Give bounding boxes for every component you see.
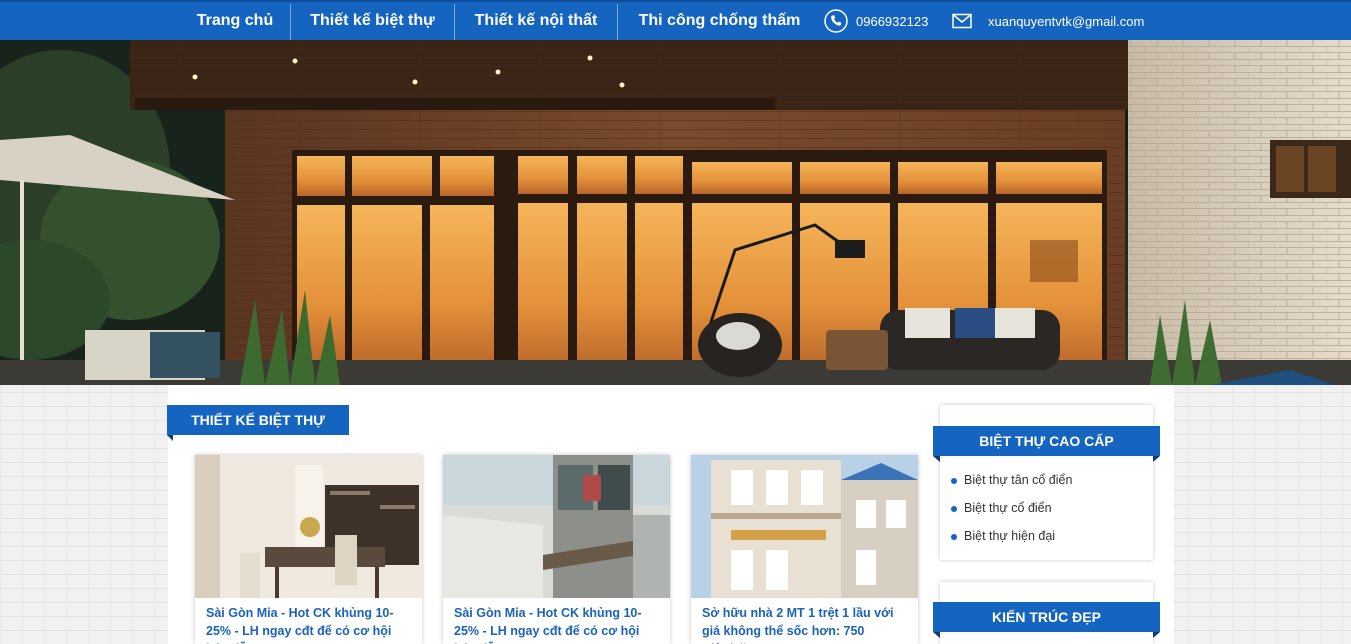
villa-illustration bbox=[0, 40, 1351, 385]
article-thumbnail bbox=[195, 455, 422, 598]
sidebar-item-classical[interactable]: Biệt thự cổ điển bbox=[940, 494, 1153, 522]
top-navigation: Trang chủ Thiết kế biệt thự Thiết kế nội… bbox=[0, 0, 1351, 40]
article-card[interactable]: Sài Gòn Mia - Hot CK khủng 10-25% - LH n… bbox=[195, 455, 422, 644]
email-address: xuanquyentvtk@gmail.com bbox=[988, 13, 1145, 29]
nav-item-home[interactable]: Trang chủ bbox=[181, 2, 289, 40]
ribbon-fold bbox=[933, 456, 940, 462]
article-title[interactable]: Sở hữu nhà 2 MT 1 trệt 1 lầu với giá khô… bbox=[691, 598, 918, 644]
email-contact[interactable]: xuanquyentvtk@gmail.com bbox=[952, 2, 1144, 40]
article-thumbnail bbox=[691, 455, 918, 598]
sidebar-title-luxury-villa: BIỆT THỰ CAO CẤP bbox=[933, 426, 1160, 456]
sidebar-item-modern[interactable]: Biệt thự hiện đại bbox=[940, 522, 1153, 550]
article-card[interactable]: Sở hữu nhà 2 MT 1 trệt 1 lầu với giá khô… bbox=[691, 455, 918, 644]
article-thumbnail bbox=[443, 455, 670, 598]
nav-item-villa-design[interactable]: Thiết kế biệt thự bbox=[291, 2, 454, 40]
article-card[interactable]: Sài Gòn Mia - Hot CK khủng 10-25% - LH n… bbox=[443, 455, 670, 644]
sidebar-title-architecture: KIẾN TRÚC ĐẸP bbox=[933, 602, 1160, 632]
phone-number: 0966932123 bbox=[856, 13, 929, 29]
ribbon-fold bbox=[1153, 632, 1160, 638]
nav-item-waterproofing[interactable]: Thi công chống thấm bbox=[618, 2, 821, 40]
phone-icon bbox=[824, 9, 848, 33]
sidebar-list: Biệt thự tân cổ điển Biệt thự cổ điển Bi… bbox=[940, 466, 1153, 550]
ribbon-fold bbox=[167, 435, 173, 441]
section-title: THIẾT KẾ BIỆT THỰ bbox=[167, 405, 349, 435]
article-title[interactable]: Sài Gòn Mia - Hot CK khủng 10-25% - LH n… bbox=[443, 598, 670, 644]
ribbon-fold bbox=[1153, 456, 1160, 462]
nav-item-interior-design[interactable]: Thiết kế nội thất bbox=[455, 2, 617, 40]
mail-icon bbox=[952, 13, 972, 29]
article-title[interactable]: Sài Gòn Mia - Hot CK khủng 10-25% - LH n… bbox=[195, 598, 422, 644]
hero-banner bbox=[0, 40, 1351, 385]
ribbon-fold bbox=[933, 632, 940, 638]
sidebar-item-neoclassical[interactable]: Biệt thự tân cổ điển bbox=[940, 466, 1153, 494]
phone-contact[interactable]: 0966932123 bbox=[824, 2, 928, 40]
